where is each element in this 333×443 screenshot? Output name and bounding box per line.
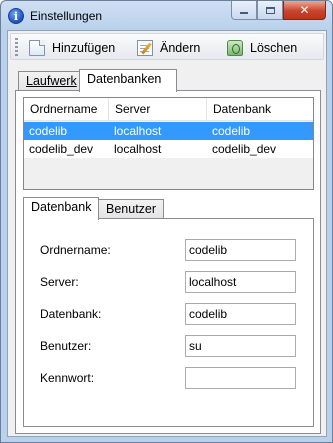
window-client-area: Hinzufügen Ändern Löschen Laufwerk Daten… bbox=[7, 30, 327, 437]
delete-button[interactable]: Löschen bbox=[227, 37, 297, 58]
list-header: Ordnername Server Datenbank bbox=[24, 98, 313, 121]
tab-laufwerk[interactable]: Laufwerk bbox=[18, 71, 80, 91]
close-button[interactable]: ✕ bbox=[283, 1, 326, 20]
close-icon: ✕ bbox=[299, 3, 310, 17]
tab-laufwerk-label: Laufwerk bbox=[26, 74, 77, 88]
ordnername-field[interactable]: codelib bbox=[185, 239, 296, 261]
server-field[interactable]: localhost bbox=[185, 271, 296, 293]
window-title: Einstellungen bbox=[30, 9, 103, 23]
kennwort-label: Kennwort: bbox=[40, 371, 95, 385]
benutzer-field[interactable]: su bbox=[185, 335, 296, 357]
cell-ordnername: codelib bbox=[29, 124, 68, 138]
tab-datenbank-label: Datenbank bbox=[31, 200, 92, 214]
table-row[interactable]: codelib localhost codelib bbox=[24, 122, 313, 140]
maximize-button[interactable] bbox=[257, 1, 283, 20]
tab-datenbank[interactable]: Datenbank bbox=[23, 197, 99, 220]
new-document-icon bbox=[29, 39, 45, 56]
settings-window: i Einstellungen ✕ Hinzufügen Ändern Lösc… bbox=[0, 0, 333, 443]
delete-button-label: Löschen bbox=[250, 40, 298, 55]
cell-server: localhost bbox=[114, 142, 162, 156]
tab-datenbanken[interactable]: Datenbanken bbox=[79, 69, 177, 92]
caption-buttons: ✕ bbox=[231, 1, 326, 21]
edit-button[interactable]: Ändern bbox=[137, 37, 200, 58]
benutzer-label: Benutzer: bbox=[40, 339, 92, 353]
cell-datenbank: codelib bbox=[212, 124, 251, 138]
add-button[interactable]: Hinzufügen bbox=[29, 37, 115, 58]
cell-ordnername: codelib_dev bbox=[29, 142, 94, 156]
column-header-server[interactable]: Server bbox=[109, 98, 207, 121]
recycle-icon bbox=[227, 39, 243, 56]
add-button-label: Hinzufügen bbox=[52, 40, 116, 55]
datenbank-panel: Ordnername: codelib Server: localhost Da… bbox=[23, 218, 314, 427]
datenbank-field[interactable]: codelib bbox=[185, 303, 296, 325]
datenbank-label: Datenbank: bbox=[40, 307, 102, 321]
minimize-icon bbox=[240, 12, 248, 14]
info-icon: i bbox=[8, 8, 24, 24]
edit-button-label: Ändern bbox=[160, 40, 201, 55]
minimize-button[interactable] bbox=[231, 1, 257, 20]
database-list[interactable]: Ordnername Server Datenbank codelib loca… bbox=[23, 97, 314, 190]
cell-server: localhost bbox=[114, 124, 162, 138]
datenbanken-panel: Ordnername Server Datenbank codelib loca… bbox=[15, 90, 321, 434]
cell-datenbank: codelib_dev bbox=[212, 142, 277, 156]
column-header-ordnername[interactable]: Ordnername bbox=[24, 98, 109, 121]
column-header-datenbank[interactable]: Datenbank bbox=[207, 98, 313, 121]
tab-datenbanken-label: Datenbanken bbox=[87, 72, 162, 86]
tab-benutzer[interactable]: Benutzer bbox=[98, 199, 164, 219]
ordnername-label: Ordnername: bbox=[40, 243, 111, 257]
toolbar-grip-icon[interactable] bbox=[15, 38, 18, 56]
tab-benutzer-label: Benutzer bbox=[106, 202, 157, 216]
title-bar[interactable]: i Einstellungen ✕ bbox=[1, 1, 332, 31]
server-label: Server: bbox=[40, 275, 79, 289]
toolbar: Hinzufügen Ändern Löschen bbox=[10, 33, 324, 60]
maximize-icon bbox=[265, 6, 275, 14]
table-row[interactable]: codelib_dev localhost codelib_dev bbox=[24, 140, 313, 158]
edit-document-icon bbox=[137, 39, 153, 56]
kennwort-field[interactable] bbox=[185, 367, 296, 389]
